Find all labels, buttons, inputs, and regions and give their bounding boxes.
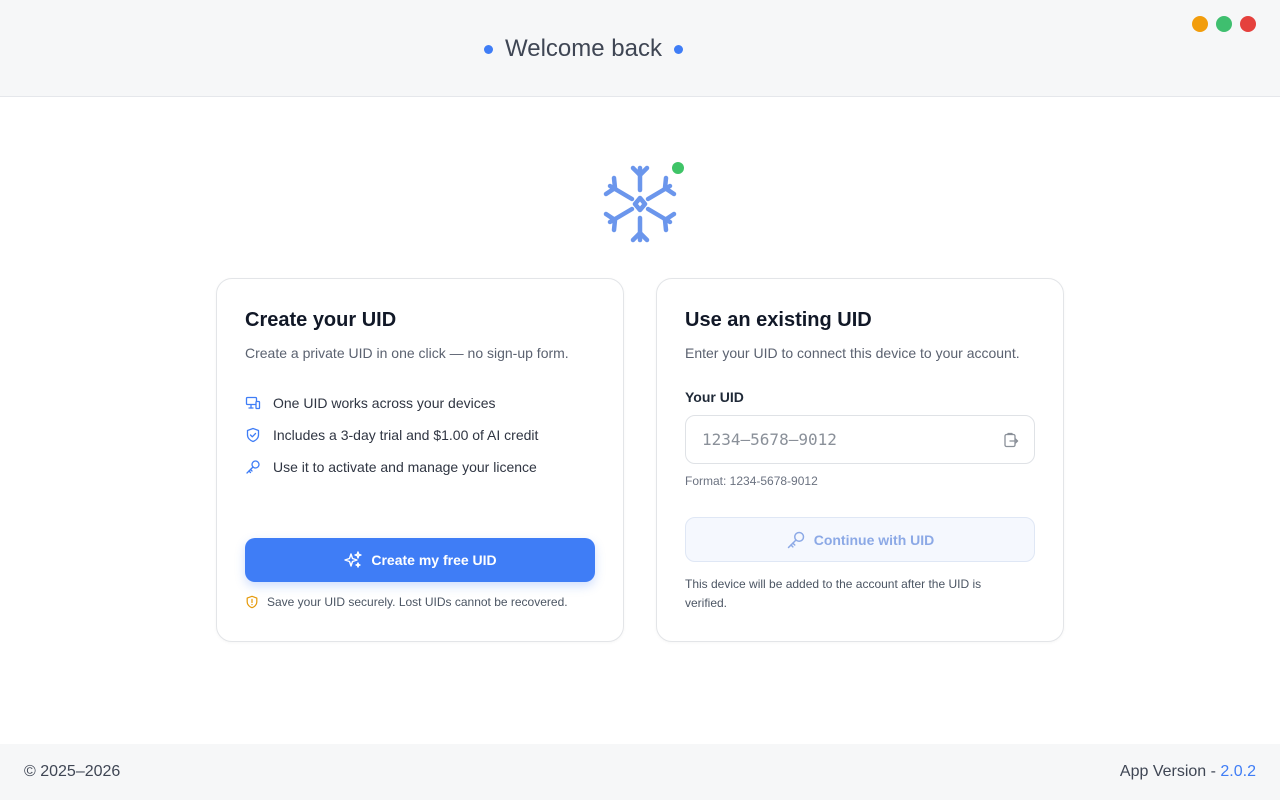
- minimize-button[interactable]: [1192, 16, 1208, 32]
- create-uid-button-label: Create my free UID: [371, 552, 497, 568]
- key-icon: [786, 530, 806, 550]
- format-hint: Format: 1234-5678-9012: [685, 474, 818, 488]
- uid-input-container: [685, 415, 1035, 464]
- status-dot: [672, 162, 684, 174]
- shield-check-icon: [245, 427, 261, 443]
- feature-list: One UID works across your devices Includ…: [245, 387, 538, 483]
- existing-card-subtitle: Enter your UID to connect this device to…: [685, 345, 1020, 361]
- shield-alert-icon: [245, 595, 259, 609]
- maximize-button[interactable]: [1216, 16, 1232, 32]
- feature-text: Use it to activate and manage your licen…: [273, 459, 537, 475]
- feature-text: One UID works across your devices: [273, 395, 496, 411]
- title-dot-right: [673, 44, 683, 54]
- create-card-subtitle: Create a private UID in one click — no s…: [245, 345, 569, 361]
- title-dot-left: [484, 44, 493, 54]
- window-controls: [1192, 16, 1256, 32]
- list-item: One UID works across your devices: [245, 387, 538, 419]
- window-title-text: Welcome back: [505, 35, 662, 62]
- create-uid-button[interactable]: Create my free UID: [245, 538, 595, 582]
- device-note: This device will be added to the account…: [685, 577, 982, 610]
- window-title: Welcome back: [484, 34, 683, 64]
- title-bar: Welcome back: [0, 0, 1280, 97]
- uid-field-label: Your UID: [685, 389, 744, 405]
- list-item: Use it to activate and manage your licen…: [245, 451, 538, 483]
- existing-uid-card: Use an existing UID Enter your UID to co…: [656, 278, 1064, 642]
- close-button[interactable]: [1240, 16, 1256, 32]
- key-icon: [245, 459, 261, 475]
- create-card-title: Create your UID: [245, 309, 397, 331]
- create-uid-card: Create your UID Create a private UID in …: [216, 278, 624, 642]
- warning-text: Save your UID securely. Lost UIDs cannot…: [267, 595, 568, 609]
- feature-text: Includes a 3-day trial and $1.00 of AI c…: [273, 427, 539, 443]
- app-version: App Version - 2.0.2: [1120, 763, 1256, 781]
- continue-button-label: Continue with UID: [813, 531, 935, 548]
- security-warning: Save your UID securely. Lost UIDs cannot…: [245, 595, 568, 609]
- status-indicator: [669, 159, 687, 177]
- footer: © 2025–2026 App Version - 2.0.2: [0, 744, 1280, 800]
- version-label: App Version -: [1119, 763, 1221, 780]
- existing-card-title: Use an existing UID: [685, 309, 872, 331]
- version-number[interactable]: 2.0.2: [1220, 763, 1256, 780]
- sparkles-icon: [343, 550, 363, 570]
- paste-icon[interactable]: [1002, 431, 1020, 449]
- continue-with-uid-button[interactable]: Continue with UID: [685, 517, 1035, 562]
- uid-input[interactable]: [686, 416, 996, 463]
- devices-icon: [245, 395, 261, 411]
- list-item: Includes a 3-day trial and $1.00 of AI c…: [245, 419, 538, 451]
- copyright: © 2025–2026: [24, 763, 121, 780]
